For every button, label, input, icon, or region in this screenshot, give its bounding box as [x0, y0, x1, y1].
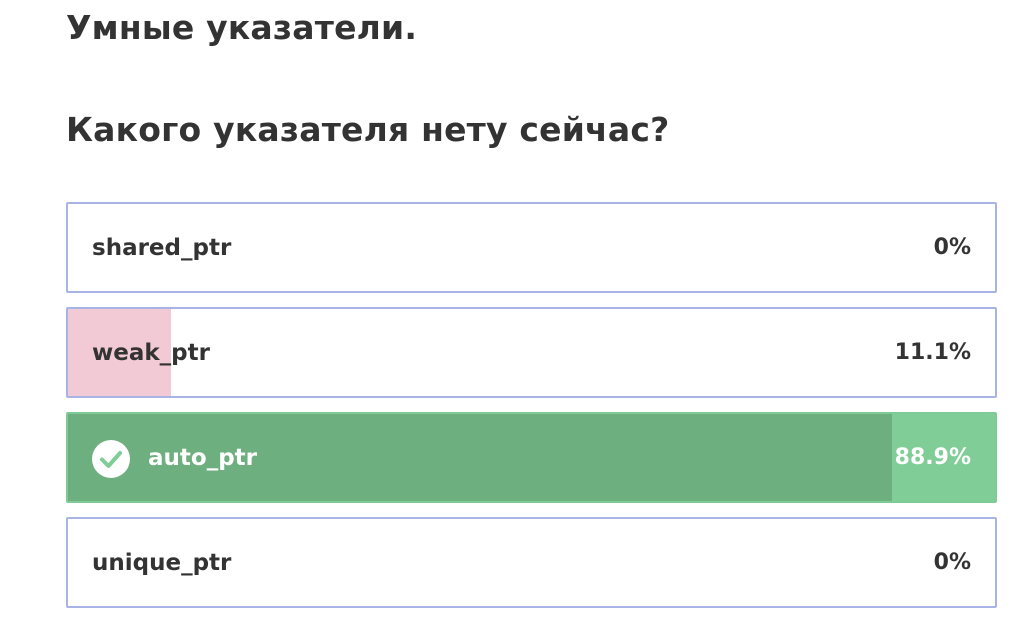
quiz-page: Умные указатели. Какого указателя нету с…	[0, 0, 1032, 644]
answer-options: shared_ptr 0% weak_ptr 11.1% auto_ptr 88…	[66, 202, 997, 622]
answer-label: auto_ptr	[148, 444, 257, 471]
answer-percent: 0%	[933, 235, 971, 260]
answer-option-weak-ptr[interactable]: weak_ptr 11.1%	[66, 307, 997, 398]
answer-percent: 88.9%	[894, 445, 971, 470]
answer-label: shared_ptr	[92, 234, 232, 261]
lesson-title: Умные указатели.	[66, 8, 418, 47]
question-text: Какого указателя нету сейчас?	[66, 110, 670, 149]
answer-label: weak_ptr	[92, 339, 210, 366]
answer-percent: 11.1%	[894, 340, 971, 365]
answer-option-auto-ptr[interactable]: auto_ptr 88.9%	[66, 412, 997, 503]
check-circle-icon	[92, 440, 130, 478]
answer-option-unique-ptr[interactable]: unique_ptr 0%	[66, 517, 997, 608]
answer-percent: 0%	[933, 550, 971, 575]
answer-label: unique_ptr	[92, 549, 232, 576]
answer-option-shared-ptr[interactable]: shared_ptr 0%	[66, 202, 997, 293]
